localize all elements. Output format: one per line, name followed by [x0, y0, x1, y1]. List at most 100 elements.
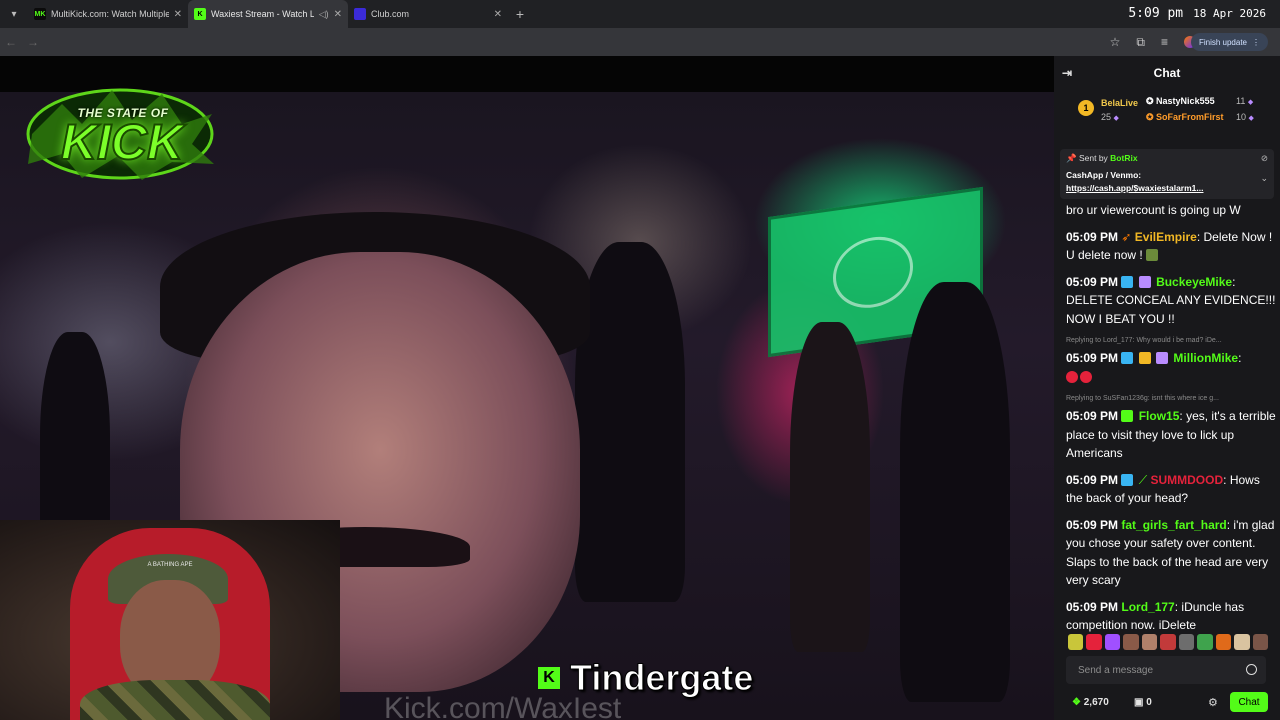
- message-username[interactable]: MillionMike: [1173, 351, 1238, 365]
- caption-overlay: K Tindergate: [538, 656, 754, 700]
- back-icon[interactable]: ←: [0, 28, 22, 56]
- message-time: 05:09 PM: [1066, 472, 1119, 487]
- leader-second-count: 11 ◆: [1236, 96, 1254, 106]
- leader-third-name: ✪ SoFarFromFirst: [1146, 112, 1224, 122]
- close-tab-icon[interactable]: ✕: [494, 9, 502, 20]
- streamer-webcam: A BATHING APE: [0, 520, 340, 720]
- message-username[interactable]: Flow15: [1139, 409, 1180, 423]
- emote-bar: [1068, 634, 1268, 654]
- message-time: 05:09 PM: [1066, 229, 1119, 244]
- chat-message: 05:09 PM ⟋ SUMMDOOD: Hows the back of yo…: [1066, 472, 1260, 506]
- kick-favicon-icon: K: [194, 8, 206, 20]
- finish-update-button[interactable]: Finish update ⋮: [1190, 33, 1268, 51]
- tab-title: Club.com: [371, 9, 410, 19]
- close-tab-icon[interactable]: ✕: [334, 9, 342, 20]
- tab-search-icon[interactable]: ▾: [0, 0, 28, 28]
- emote-icon[interactable]: [1123, 634, 1139, 650]
- badge-icon: [1121, 275, 1134, 288]
- pinned-link[interactable]: https://cash.app/$waxiestalarm1...: [1066, 183, 1268, 193]
- chat-messages: bro ur viewercount is going up W 05:09 P…: [1066, 201, 1276, 643]
- message-username[interactable]: Lord_177: [1121, 600, 1174, 614]
- badge-icon: ⟋: [1138, 472, 1148, 487]
- emote-icon[interactable]: [1178, 634, 1195, 650]
- pinned-bot-name: BotRix: [1110, 153, 1138, 163]
- points-icon: ❖: [1072, 697, 1081, 708]
- collapse-chat-icon[interactable]: ⇥: [1062, 66, 1072, 80]
- emote-icon[interactable]: [1104, 634, 1121, 650]
- pedestrian: [575, 242, 685, 602]
- reply-preview[interactable]: Replying to Lord_177: Why would i be mad…: [1066, 336, 1276, 346]
- chat-message: Replying to Lord_177: Why would i be mad…: [1066, 336, 1276, 386]
- new-tab-button[interactable]: +: [508, 0, 532, 28]
- emote-icon[interactable]: [1160, 634, 1176, 650]
- browser-toolbar: ← → ☆ ⧉ ≡ Finish update ⋮: [0, 28, 1280, 56]
- chat-message: 05:09 PM fat_girls_fart_hard: i'm glad y…: [1066, 517, 1275, 588]
- tab-title: MultiKick.com: Watch Multiple: [51, 9, 169, 19]
- message-username[interactable]: fat_girls_fart_hard: [1121, 518, 1226, 532]
- message-username[interactable]: EvilEmpire: [1135, 230, 1197, 244]
- gift-leaderboard[interactable]: 1 BelaLive 25 ◆ ✪ NastyNick555 11 ◆ ✪ So…: [1054, 90, 1280, 136]
- chat-message-input[interactable]: Send a message: [1066, 656, 1266, 684]
- reading-list-icon[interactable]: ≡: [1161, 35, 1168, 49]
- emote-icon: [1080, 370, 1092, 383]
- emote-icon: [1066, 370, 1078, 383]
- message-username[interactable]: SUMMDOOD: [1150, 473, 1223, 487]
- message-time: 05:09 PM: [1066, 517, 1119, 532]
- kicks-icon: ▣: [1134, 697, 1144, 708]
- pinned-sent-by: Sent by: [1078, 153, 1108, 163]
- stream-video-player[interactable]: Kick.com/WaxIest THE STATE OF KICK A BAT…: [0, 56, 1054, 720]
- tab-title: Waxiest Stream - Watch Live: [211, 9, 314, 19]
- message-username[interactable]: BuckeyeMike: [1156, 275, 1232, 289]
- kick-logo-icon: K: [538, 667, 560, 689]
- leader-first-name: BelaLive: [1101, 98, 1139, 108]
- emoji-picker-icon[interactable]: [1246, 664, 1257, 675]
- caption-text: Tindergate: [569, 657, 754, 699]
- message-time: 05:09 PM: [1066, 599, 1119, 614]
- pinned-message[interactable]: 📌 Sent by BotRix CashApp / Venmo: https:…: [1060, 149, 1274, 199]
- clock-date: 18 Apr 2026: [1193, 7, 1266, 20]
- close-tab-icon[interactable]: ✕: [174, 9, 182, 20]
- chat-message: bro ur viewercount is going up W: [1066, 201, 1276, 220]
- tab-club[interactable]: Club.com ✕: [348, 0, 508, 28]
- camo-shirt: [80, 680, 270, 720]
- badge-icon: [1121, 352, 1134, 364]
- chat-title: Chat: [1153, 66, 1181, 80]
- leader-third-count: 10 ◆: [1236, 112, 1254, 122]
- leader-second-name: ✪ NastyNick555: [1146, 96, 1215, 106]
- bookmark-star-icon[interactable]: ☆: [1110, 35, 1121, 49]
- chevron-down-icon[interactable]: ⌄: [1260, 173, 1268, 184]
- send-chat-button[interactable]: Chat: [1230, 692, 1268, 712]
- speaker-icon[interactable]: ◁): [319, 9, 329, 20]
- message-time: 05:09 PM: [1066, 274, 1119, 289]
- pedestrian: [790, 322, 870, 652]
- badge-icon: ➶: [1121, 229, 1132, 244]
- address-bar[interactable]: [54, 32, 1070, 52]
- emote-icon[interactable]: [1252, 634, 1268, 650]
- message-text: bro ur viewercount is going up W: [1066, 203, 1241, 217]
- emote-icon[interactable]: [1197, 634, 1213, 650]
- leader-first-count: 25 ◆: [1101, 112, 1119, 122]
- chat-message: Replying to SuSFan1236g: isnt this where…: [1066, 394, 1276, 460]
- emote-icon[interactable]: [1215, 634, 1232, 650]
- emote-icon[interactable]: [1141, 634, 1158, 650]
- kicks-balance[interactable]: ▣ 0: [1134, 697, 1152, 708]
- forward-icon[interactable]: →: [22, 28, 44, 56]
- unpin-icon[interactable]: ⊘: [1261, 153, 1268, 164]
- channel-points[interactable]: ❖ 2,670: [1072, 697, 1109, 708]
- pedestrian: [900, 282, 1010, 702]
- tab-multikick[interactable]: MK MultiKick.com: Watch Multiple ✕: [28, 0, 188, 28]
- pinned-line: CashApp / Venmo:: [1066, 170, 1142, 180]
- emote-icon[interactable]: [1086, 634, 1102, 650]
- clock-time: 5:09 pm: [1128, 6, 1184, 21]
- subscriber-badge-icon: [1156, 352, 1169, 364]
- message-text: DELETE CONCEAL ANY EVIDENCE!!! NOW I BEA…: [1066, 293, 1276, 326]
- emote-icon[interactable]: [1068, 634, 1084, 650]
- reply-preview[interactable]: Replying to SuSFan1236g: isnt this where…: [1066, 394, 1276, 404]
- pin-icon: 📌: [1066, 153, 1077, 163]
- extensions-icon[interactable]: ⧉: [1136, 35, 1145, 50]
- gear-icon[interactable]: ⚙: [1208, 696, 1218, 709]
- emote-icon[interactable]: [1234, 634, 1250, 650]
- chat-header: ⇥ Chat: [1054, 56, 1280, 90]
- tab-waxiest-stream[interactable]: K Waxiest Stream - Watch Live ◁) ✕: [188, 0, 348, 28]
- message-time: 05:09 PM: [1066, 409, 1119, 423]
